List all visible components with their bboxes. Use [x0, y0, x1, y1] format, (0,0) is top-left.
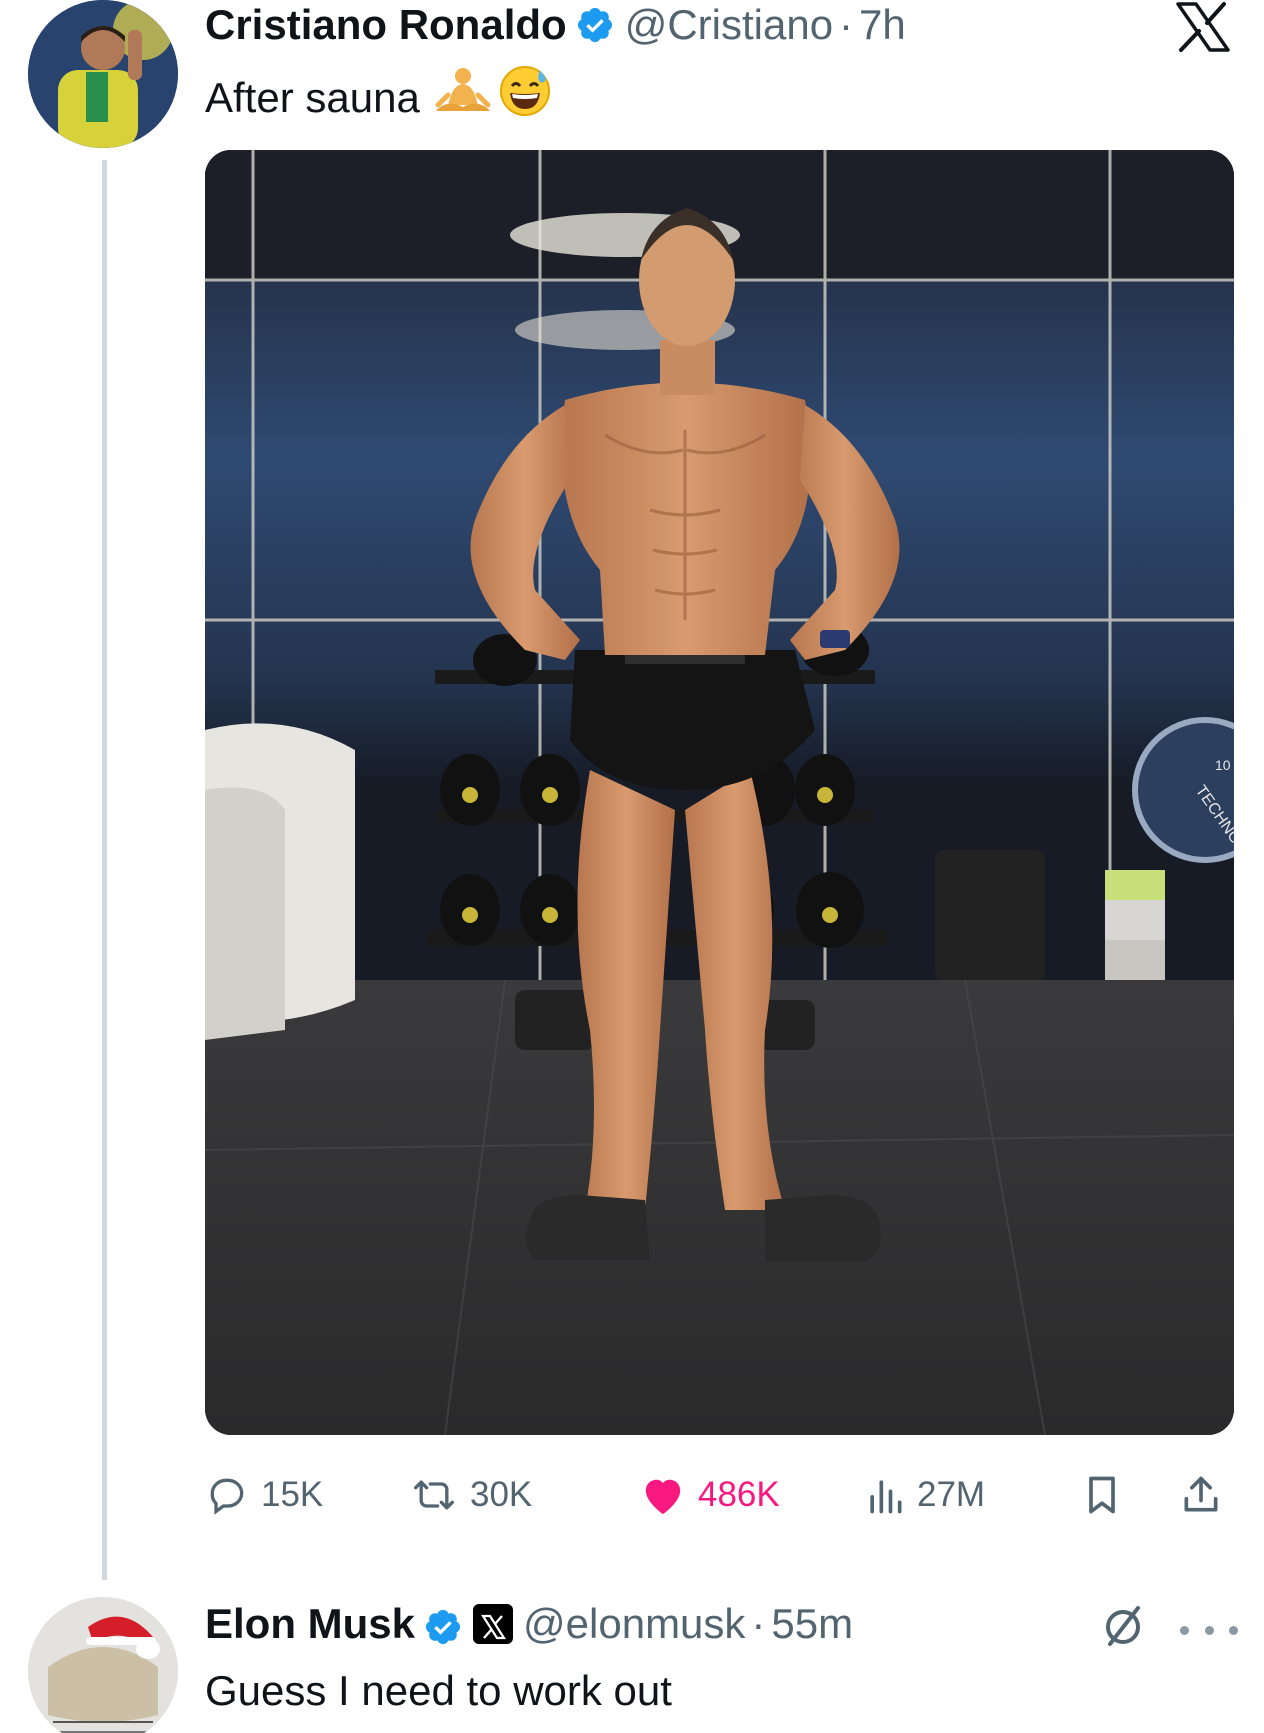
grinning-sweat-emoji-icon	[498, 64, 552, 132]
post-text: After sauna	[205, 64, 552, 132]
like-button[interactable]: 486K	[640, 1465, 780, 1525]
author-handle[interactable]: @Cristiano	[625, 0, 833, 50]
plate-number-label: 10	[1215, 757, 1231, 773]
repost-arrows-icon	[414, 1480, 454, 1510]
verified-badge-icon	[575, 5, 615, 45]
lotus-position-emoji-icon	[434, 65, 492, 131]
speech-bubble-icon	[210, 1478, 244, 1515]
verified-badge-icon	[423, 1604, 463, 1645]
post-action-bar: 15K 30K 486K 27M	[205, 1465, 1234, 1525]
more-dots-icon[interactable]	[1180, 1610, 1238, 1650]
post-text-content: After sauna	[205, 74, 420, 121]
thread-connector-line	[102, 160, 107, 1580]
share-button[interactable]	[1180, 1465, 1234, 1525]
bar-chart-icon	[870, 1480, 902, 1514]
bookmark-button[interactable]	[1083, 1465, 1133, 1525]
like-count: 486K	[698, 1475, 780, 1514]
views-count: 27M	[917, 1475, 986, 1514]
post-photo[interactable]: TECHNOFIT 10	[205, 150, 1234, 1435]
reply-count: 15K	[261, 1475, 324, 1514]
x-affiliate-badge-icon	[473, 1604, 514, 1644]
bookmark-icon	[1089, 1476, 1115, 1514]
post-header: Cristiano Ronaldo @Cristiano · 7h	[205, 0, 906, 50]
reply-author-name[interactable]: Elon Musk	[205, 1595, 415, 1653]
x-logo-icon	[1174, 2, 1232, 52]
share-upload-icon	[1184, 1476, 1218, 1512]
post-time[interactable]: 7h	[859, 0, 906, 50]
grok-slash-circle-icon[interactable]	[1098, 1600, 1148, 1650]
avatar-elon[interactable]	[28, 1597, 178, 1733]
views-button[interactable]: 27M	[865, 1465, 985, 1525]
avatar-cristiano[interactable]	[28, 0, 178, 148]
author-name[interactable]: Cristiano Ronaldo	[205, 0, 567, 50]
reply-time[interactable]: 55m	[771, 1595, 853, 1653]
heart-icon	[645, 1479, 681, 1515]
reply-text: Guess I need to work out	[205, 1667, 672, 1714]
repost-count: 30K	[470, 1475, 533, 1514]
repost-button[interactable]: 30K	[410, 1465, 532, 1525]
reply-author-handle[interactable]: @elonmusk	[523, 1595, 745, 1653]
reply-header: Elon Musk @elonmusk · 55m	[205, 1595, 853, 1653]
separator-dot: ·	[751, 1600, 766, 1647]
reply-button[interactable]: 15K	[205, 1465, 323, 1525]
separator-dot: ·	[839, 1, 854, 48]
